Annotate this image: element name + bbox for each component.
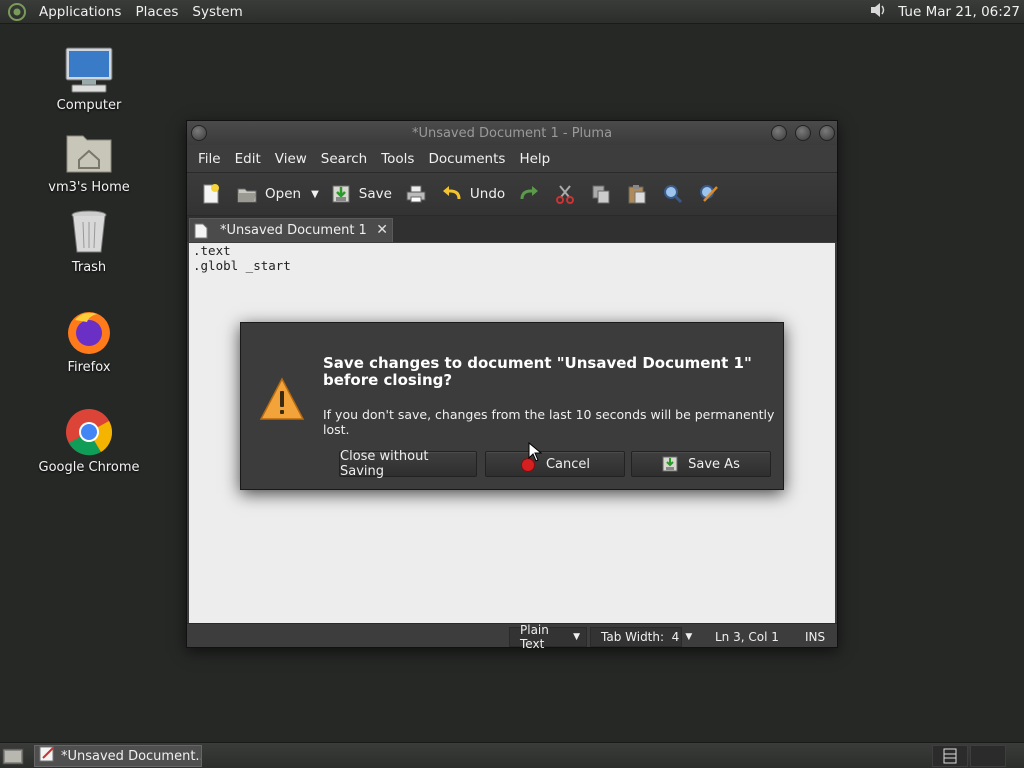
save-changes-dialog: Save changes to document "Unsaved Docume… [240,322,784,490]
tab-bar: *Unsaved Document 1 ✕ [187,216,837,242]
document-icon [194,223,208,239]
desktop-icon-label: Trash [71,260,107,275]
status-bar: Plain Text ▼ Tab Width: 4 ▼ Ln 3, Col 1 … [187,623,837,651]
paste-button[interactable] [619,178,655,210]
bottom-panel: *Unsaved Document... [0,742,1024,768]
new-document-icon [199,182,223,206]
print-button[interactable] [398,178,434,210]
close-window-icon[interactable] [819,125,835,141]
desktop-icon-chrome[interactable]: Google Chrome [34,406,144,475]
tab-unsaved-document[interactable]: *Unsaved Document 1 ✕ [189,218,393,242]
minimize-icon[interactable] [771,125,787,141]
copy-button[interactable] [583,178,619,210]
redo-icon [517,182,541,206]
desktop-icon-label: Google Chrome [38,460,140,475]
save-as-label: Save As [688,456,740,472]
save-button[interactable]: Save [323,178,398,210]
desktop-icon-computer[interactable]: Computer [34,44,144,113]
open-dropdown-button[interactable]: ▼ [307,178,323,210]
save-as-button[interactable]: Save As [631,451,771,477]
warning-icon [259,377,305,421]
save-icon [329,182,353,206]
taskbar-item-label: *Unsaved Document... [61,748,201,764]
desktop-icon-home[interactable]: vm3's Home [34,126,144,195]
workspace-switcher-1[interactable] [932,745,968,767]
insert-mode: INS [805,630,826,644]
replace-button[interactable] [691,178,727,210]
open-label: Open [265,186,302,202]
firefox-icon [63,306,115,358]
desktop-icon-label: vm3's Home [48,180,130,195]
print-icon [404,182,428,206]
tab-width-label: Tab Width: 4 [601,630,680,644]
menu-help[interactable]: Help [512,151,557,167]
computer-icon [63,44,115,96]
menu-view[interactable]: View [268,151,314,167]
top-panel: Applications Places System Tue Mar 21, 0… [0,0,1024,24]
save-label: Save [358,186,392,202]
toolbar: Open ▼ Save Undo [187,172,837,216]
taskbar-item-pluma[interactable]: *Unsaved Document... [34,745,202,767]
editor-line: .text [193,243,231,258]
maximize-icon[interactable] [795,125,811,141]
desktop-icon-firefox[interactable]: Firefox [34,306,144,375]
text-editor-icon [39,746,55,766]
trash-icon [63,206,115,258]
system-menu[interactable]: System [185,4,249,20]
chevron-down-icon: ▼ [685,632,693,642]
close-without-saving-button[interactable]: Close without Saving [339,449,477,479]
window-titlebar[interactable]: *Unsaved Document 1 - Pluma [187,121,837,145]
clock[interactable]: Tue Mar 21, 06:27 [898,4,1020,20]
chevron-down-icon: ▼ [311,188,319,200]
cut-button[interactable] [547,178,583,210]
close-tab-icon[interactable]: ✕ [376,222,388,238]
dialog-title: Save changes to document "Unsaved Docume… [323,354,752,389]
find-button[interactable] [655,178,691,210]
workspace-switcher-2[interactable] [970,745,1006,767]
chrome-icon [63,406,115,458]
home-folder-icon [63,126,115,178]
mouse-cursor-icon [528,441,543,462]
menu-documents[interactable]: Documents [421,151,512,167]
menu-tools[interactable]: Tools [374,151,421,167]
redo-button[interactable] [511,178,547,210]
window-menu-icon[interactable] [191,125,207,141]
applications-menu[interactable]: Applications [32,4,128,20]
open-folder-icon [235,182,259,206]
dialog-message: If you don't save, changes from the last… [323,407,775,437]
menubar: File Edit View Search Tools Documents He… [187,145,837,172]
tab-label: *Unsaved Document 1 [220,223,367,238]
desktop-icon-label: Computer [56,98,122,113]
undo-icon [440,182,464,206]
save-icon [662,456,678,472]
cancel-button[interactable]: Cancel [485,451,625,477]
scissors-icon [553,182,577,206]
show-desktop-icon[interactable] [2,746,24,766]
desktop-icon-trash[interactable]: Trash [34,206,144,275]
menu-file[interactable]: File [191,151,228,167]
close-without-saving-label: Close without Saving [340,449,429,479]
paste-icon [625,182,649,206]
mate-logo-icon[interactable] [6,1,28,23]
new-button[interactable] [193,178,229,210]
editor-line: .globl _start [193,258,291,273]
language-label: Plain Text [520,623,549,651]
chevron-down-icon: ▼ [573,632,580,642]
window-title: *Unsaved Document 1 - Pluma [411,125,613,141]
copy-icon [589,182,613,206]
undo-button[interactable]: Undo [434,178,511,210]
tab-width-dropdown[interactable]: Tab Width: 4 ▼ [590,627,692,647]
menu-search[interactable]: Search [314,151,374,167]
menu-edit[interactable]: Edit [228,151,268,167]
find-replace-icon [697,182,721,206]
cursor-position: Ln 3, Col 1 [715,630,779,644]
desktop-icon-label: Firefox [67,360,111,375]
language-dropdown[interactable]: Plain Text ▼ [509,623,587,651]
places-menu[interactable]: Places [128,4,185,20]
volume-icon[interactable] [868,0,888,24]
search-icon [661,182,685,206]
cancel-label: Cancel [545,456,591,472]
open-button[interactable]: Open [229,178,307,210]
undo-label: Undo [469,186,506,202]
